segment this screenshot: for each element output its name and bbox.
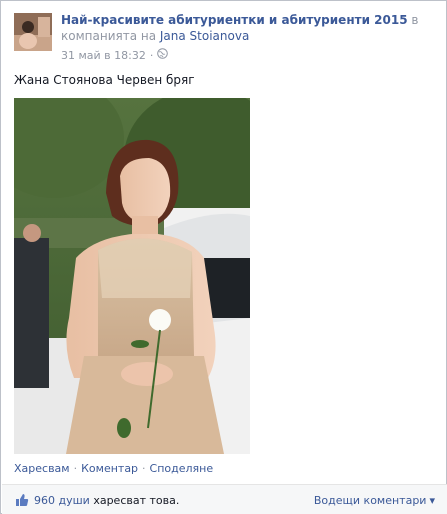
post-card: Най-красивите абитуриентки и абитуриенти…	[0, 0, 447, 514]
globe-icon[interactable]	[157, 48, 169, 62]
thumbs-up-icon	[15, 493, 29, 507]
comment-button[interactable]: Коментар	[81, 462, 138, 475]
comment-order-dropdown[interactable]: Водещи коментари ▾	[314, 494, 435, 507]
action-separator: ·	[142, 462, 146, 475]
post-timestamp[interactable]: 31 май в 18:32	[61, 49, 146, 62]
likes-bar: 960 души харесват това. Водещи коментари…	[2, 484, 447, 514]
group-avatar-image	[14, 13, 52, 51]
post-meta: 31 май в 18:32 ·	[61, 48, 169, 62]
post-actions: Харесвам · Коментар · Споделяне	[14, 462, 213, 475]
likes-suffix: харесват това.	[93, 494, 180, 507]
group-name-link[interactable]: Най-красивите абитуриентки и абитуриенти…	[61, 13, 408, 27]
group-avatar[interactable]	[14, 13, 52, 51]
action-separator: ·	[73, 462, 78, 475]
photo-image	[14, 98, 250, 454]
like-button[interactable]: Харесвам	[14, 462, 70, 475]
likes-summary: 960 души харесват това.	[34, 494, 179, 507]
author-link[interactable]: Jana Stoianova	[160, 29, 249, 43]
meta-separator: ·	[149, 48, 154, 62]
likes-count-link[interactable]: 960 души	[34, 494, 90, 507]
caret-down-icon: ▾	[429, 494, 435, 507]
share-button[interactable]: Споделяне	[150, 462, 214, 475]
post-header: Най-красивите абитуриентки и абитуриенти…	[61, 12, 441, 44]
post-caption: Жана Стоянова Червен бряг	[14, 73, 195, 87]
comment-order-label: Водещи коментари	[313, 494, 427, 507]
post-photo[interactable]	[14, 98, 250, 454]
